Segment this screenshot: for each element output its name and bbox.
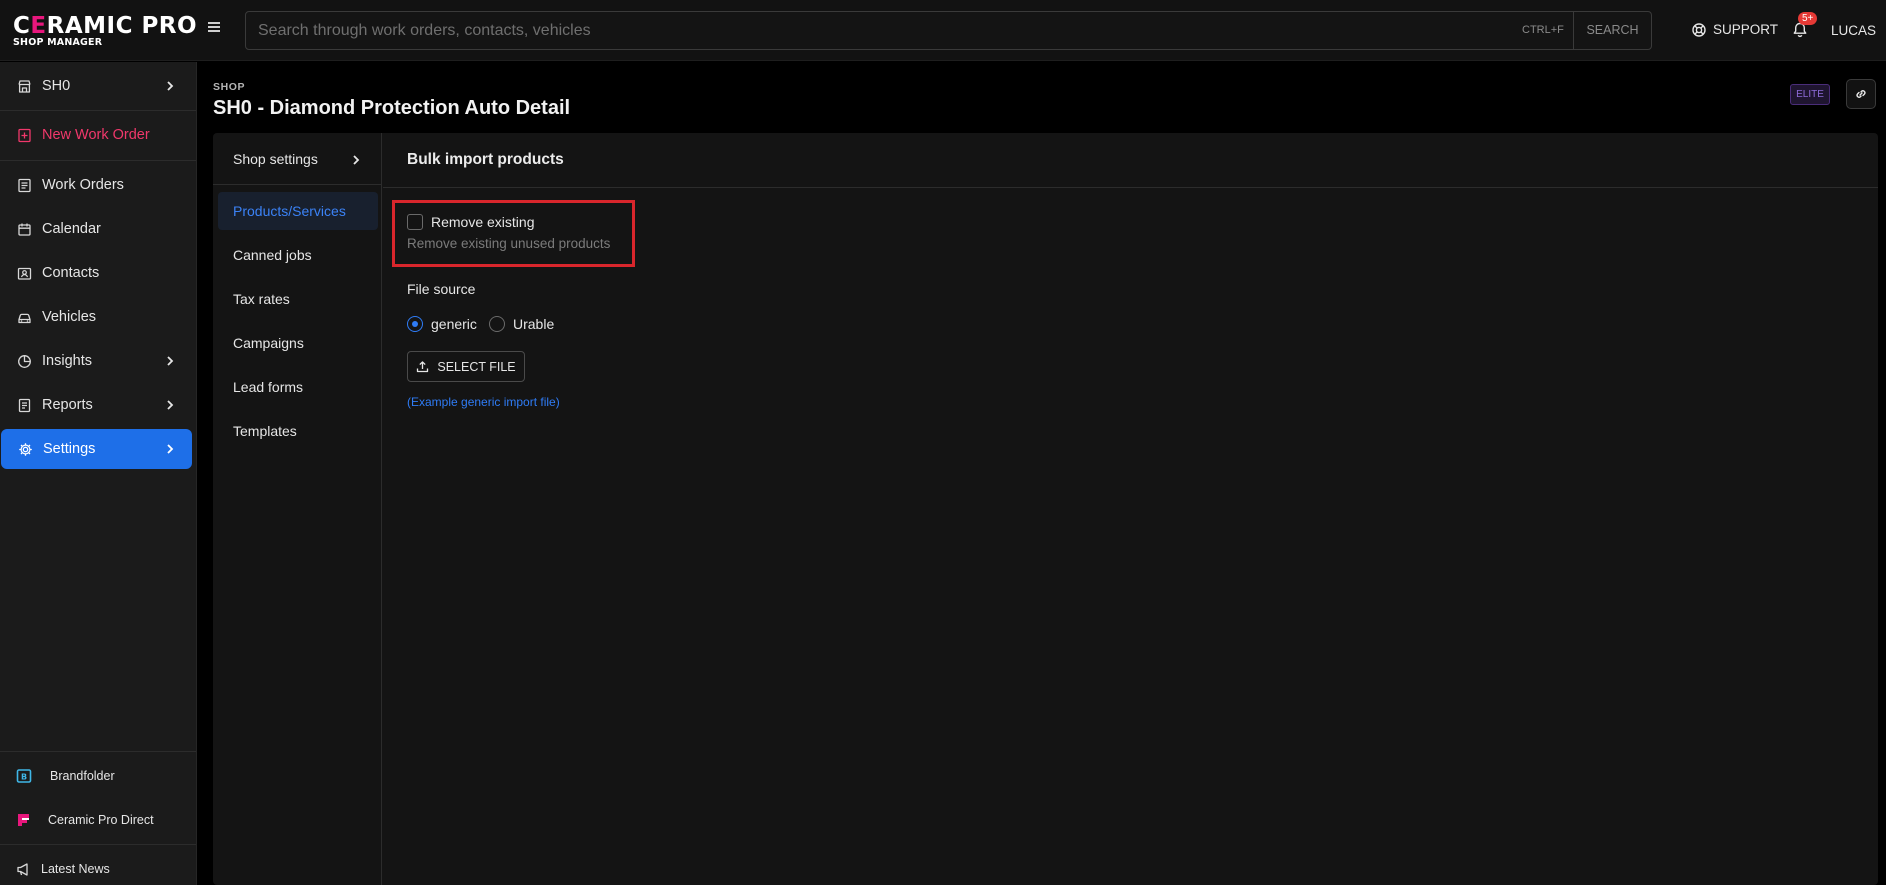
megaphone-icon <box>16 862 31 877</box>
subnav-item-campaigns[interactable]: Campaigns <box>218 324 378 362</box>
remove-existing-label[interactable]: Remove existing <box>431 214 535 230</box>
notification-badge: 5+ <box>1798 12 1818 25</box>
latest-news-label: Latest News <box>41 862 110 876</box>
settings-subnav: Shop settings Products/Services Canned j… <box>213 133 382 885</box>
store-icon <box>17 79 32 94</box>
sidebar-item-label: SH0 <box>42 78 71 94</box>
logo-wordmark: CERAMIC PRO <box>13 13 197 39</box>
chevron-right-icon <box>167 81 174 91</box>
form-title: Bulk import products <box>383 133 1878 188</box>
sidebar-divider <box>0 844 196 845</box>
hamburger-menu-icon[interactable] <box>208 20 224 36</box>
ceramic-pro-logo[interactable]: CERAMIC PRO SHOP MANAGER <box>13 13 197 48</box>
search-button[interactable]: SEARCH <box>1573 12 1651 49</box>
subnav-item-products-services[interactable]: Products/Services <box>218 192 378 230</box>
global-search: CTRL+F SEARCH <box>245 11 1652 50</box>
chevron-right-icon <box>167 400 174 410</box>
radio-generic-label[interactable]: generic <box>431 316 477 332</box>
new-work-order-button[interactable]: New Work Order <box>0 115 196 155</box>
remove-existing-help: Remove existing unused products <box>407 236 611 251</box>
sidebar-link-brandfolder[interactable]: B Brandfolder <box>0 756 196 796</box>
subnav-shop-settings[interactable]: Shop settings <box>213 133 381 185</box>
sidebar-item-vehicles[interactable]: Vehicles <box>0 297 196 337</box>
subnav-item-canned-jobs[interactable]: Canned jobs <box>218 236 378 274</box>
sidebar-item-settings[interactable]: Settings <box>1 429 192 469</box>
logo-letter-c: C <box>13 13 31 39</box>
logo-subtitle: SHOP MANAGER <box>13 37 103 48</box>
support-label: SUPPORT <box>1713 22 1779 37</box>
example-import-file-link[interactable]: (Example generic import file) <box>407 395 560 409</box>
sidebar-link-ceramic-pro-direct[interactable]: Ceramic Pro Direct <box>0 800 196 840</box>
clipboard-icon <box>17 178 32 193</box>
select-file-button[interactable]: SELECT FILE <box>407 351 525 382</box>
sidebar-item-label: Contacts <box>42 265 100 281</box>
tier-badge: ELITE <box>1790 84 1830 105</box>
top-bar: CERAMIC PRO SHOP MANAGER CTRL+F SEARCH S… <box>0 0 1886 61</box>
page-title: SH0 - Diamond Protection Auto Detail <box>213 97 571 119</box>
file-source-label: File source <box>407 281 476 297</box>
sidebar-item-work-orders[interactable]: Work Orders <box>0 165 196 205</box>
svg-text:B: B <box>21 773 27 782</box>
car-icon <box>17 310 32 325</box>
copy-link-button[interactable] <box>1846 79 1876 109</box>
new-work-order-label: New Work Order <box>42 127 150 143</box>
sidebar-item-calendar[interactable]: Calendar <box>0 209 196 249</box>
sidebar-item-label: Work Orders <box>42 177 124 193</box>
search-shortcut: CTRL+F <box>1522 24 1564 36</box>
radio-urable[interactable] <box>489 316 505 332</box>
highlight-box <box>392 200 635 267</box>
breadcrumb: SHOP <box>213 81 246 93</box>
logo-letter-e: E <box>30 13 47 39</box>
sidebar-item-label: Reports <box>42 397 93 413</box>
sidebar-item-label: Insights <box>42 353 92 369</box>
settings-panel: Shop settings Products/Services Canned j… <box>213 133 1878 885</box>
bulk-import-form: Bulk import products Remove existing Rem… <box>383 133 1878 885</box>
brandfolder-label: Brandfolder <box>50 769 115 783</box>
sidebar-item-label: Settings <box>43 441 96 457</box>
ceramic-pro-direct-label: Ceramic Pro Direct <box>48 813 154 827</box>
sidebar-link-latest-news[interactable]: Latest News <box>0 849 196 885</box>
user-menu[interactable]: LUCAS <box>1831 23 1876 38</box>
report-icon <box>17 398 32 413</box>
ceramic-pro-direct-logo-icon <box>16 812 32 828</box>
sidebar-item-reports[interactable]: Reports <box>0 385 196 425</box>
sidebar-item-insights[interactable]: Insights <box>0 341 196 381</box>
add-document-icon <box>17 128 32 143</box>
sidebar: SH0 New Work Order Work Orders Calendar … <box>0 62 197 885</box>
contact-card-icon <box>17 266 32 281</box>
remove-existing-checkbox[interactable] <box>407 214 423 230</box>
pie-chart-icon <box>17 354 32 369</box>
link-icon <box>1856 90 1866 98</box>
subnav-header-label: Shop settings <box>233 150 318 167</box>
lifebuoy-icon <box>1692 22 1706 37</box>
logo-letters-rest: RAMIC PRO <box>46 13 198 39</box>
support-button[interactable]: SUPPORT <box>1692 22 1778 37</box>
brandfolder-logo-icon: B <box>16 768 32 784</box>
radio-urable-label[interactable]: Urable <box>513 316 554 332</box>
sidebar-item-label: Vehicles <box>42 309 97 325</box>
sidebar-divider <box>0 751 196 752</box>
subnav-item-lead-forms[interactable]: Lead forms <box>218 368 378 406</box>
sidebar-item-label: Calendar <box>42 221 101 237</box>
gear-icon <box>18 442 33 457</box>
calendar-icon <box>17 222 32 237</box>
sidebar-item-shop[interactable]: SH0 <box>0 66 196 106</box>
chevron-right-icon <box>353 155 360 165</box>
radio-generic[interactable] <box>407 316 423 332</box>
chevron-right-icon <box>167 356 174 366</box>
subnav-item-tax-rates[interactable]: Tax rates <box>218 280 378 318</box>
sidebar-divider <box>0 110 196 111</box>
sidebar-divider <box>0 160 196 161</box>
select-file-label: SELECT FILE <box>437 359 516 374</box>
search-input[interactable] <box>246 12 1516 49</box>
subnav-item-templates[interactable]: Templates <box>218 412 378 450</box>
upload-icon <box>417 361 429 373</box>
sidebar-item-contacts[interactable]: Contacts <box>0 253 196 293</box>
chevron-right-icon <box>167 444 174 454</box>
